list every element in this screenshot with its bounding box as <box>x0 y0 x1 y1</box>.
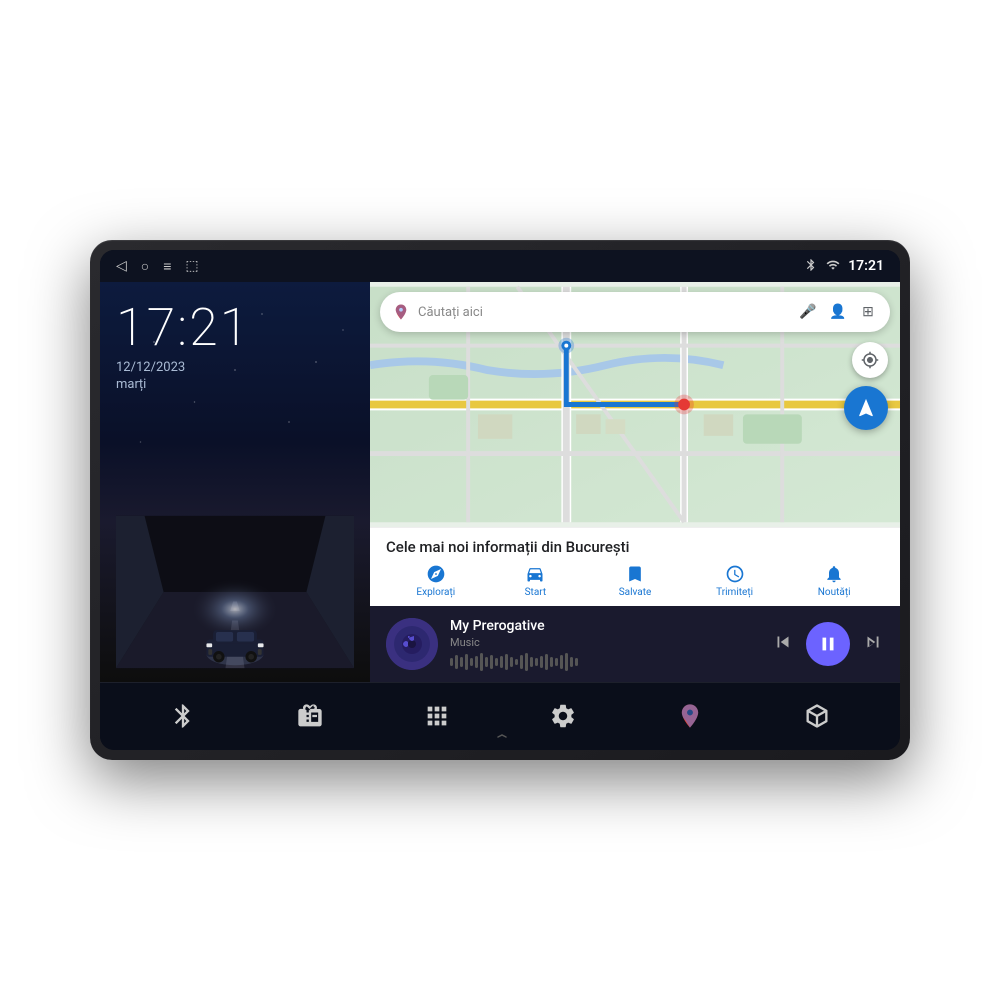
waveform-bar <box>545 654 548 670</box>
map-info-panel: Cele mai noi informații din București Ex… <box>370 527 900 606</box>
waveform-bar <box>475 656 478 668</box>
waveform-bar <box>465 654 468 670</box>
clock-section: 17:21 12/12/2023 marți <box>116 302 354 392</box>
device-frame: ◁ ○ ≡ ⬚ 17:21 <box>90 240 910 760</box>
map-search-placeholder[interactable]: Căutați aici <box>418 305 790 320</box>
account-icon[interactable]: 👤 <box>828 302 848 322</box>
menu-icon[interactable]: ≡ <box>163 258 171 275</box>
map-container[interactable]: Căutați aici 🎤 👤 ⊞ <box>370 282 900 527</box>
wifi-status-icon <box>826 258 840 275</box>
waveform-bar <box>510 657 513 667</box>
clock-date: 12/12/2023 <box>116 360 354 375</box>
next-track-button[interactable] <box>862 631 884 658</box>
waveform-bar <box>490 655 493 669</box>
music-album-art <box>386 618 438 670</box>
music-title: My Prerogative <box>450 618 760 634</box>
map-nav-send-label: Trimiteți <box>716 587 753 598</box>
waveform-bar <box>450 658 453 666</box>
device-screen: ◁ ○ ≡ ⬚ 17:21 <box>100 250 900 750</box>
main-content: 17:21 12/12/2023 marți <box>100 282 900 682</box>
right-panel: Căutați aici 🎤 👤 ⊞ <box>370 282 900 682</box>
map-nav-explore[interactable]: Explorați <box>386 564 486 598</box>
dock-bluetooth[interactable] <box>169 702 197 730</box>
map-nav-news[interactable]: Noutăți <box>784 564 884 598</box>
dock-divider <box>100 682 900 683</box>
car-image-container <box>116 392 354 672</box>
clock-time: 17:21 <box>116 302 354 354</box>
map-nav-saved-label: Salvate <box>619 587 652 598</box>
map-nav-start[interactable]: Start <box>486 564 586 598</box>
status-time: 17:21 <box>848 258 884 274</box>
map-info-title: Cele mai noi informații din București <box>386 538 884 556</box>
waveform-bar <box>570 657 573 667</box>
waveform-bar <box>535 658 538 666</box>
music-waveform <box>450 653 760 671</box>
waveform-bar <box>555 658 558 666</box>
waveform-bar <box>575 658 578 666</box>
waveform-bar <box>495 658 498 666</box>
map-nav-explore-label: Explorați <box>416 587 455 598</box>
map-nav-start-label: Start <box>525 587 547 598</box>
back-icon[interactable]: ◁ <box>116 258 127 274</box>
screenshot-icon[interactable]: ⬚ <box>185 258 198 274</box>
waveform-bar <box>550 657 553 667</box>
waveform-bar <box>560 655 563 669</box>
dock-maps[interactable] <box>676 702 704 730</box>
map-search-bar[interactable]: Căutați aici 🎤 👤 ⊞ <box>380 292 890 332</box>
nav-buttons: ◁ ○ ≡ ⬚ <box>116 258 199 275</box>
waveform-bar <box>460 657 463 667</box>
status-icons: 17:21 <box>804 258 884 275</box>
waveform-bar <box>455 655 458 669</box>
waveform-bar <box>500 656 503 668</box>
waveform-bar <box>485 657 488 667</box>
map-nav-news-label: Noutăți <box>818 587 851 598</box>
music-subtitle: Music <box>450 636 760 649</box>
waveform-bar <box>520 655 523 669</box>
previous-track-button[interactable] <box>772 631 794 658</box>
waveform-bar <box>480 653 483 671</box>
waveform-bar <box>565 653 568 671</box>
google-maps-icon <box>392 303 410 321</box>
left-panel: 17:21 12/12/2023 marți <box>100 282 370 682</box>
waveform-bar <box>530 657 533 667</box>
dock-handle[interactable] <box>480 725 520 744</box>
waveform-bar <box>540 656 543 668</box>
map-nav-saved[interactable]: Salvate <box>585 564 685 598</box>
dock-apps[interactable] <box>423 702 451 730</box>
bottom-dock <box>100 682 900 750</box>
waveform-bar <box>515 659 518 665</box>
map-navigate-button[interactable] <box>844 386 888 430</box>
status-bar: ◁ ○ ≡ ⬚ 17:21 <box>100 250 900 282</box>
waveform-bar <box>470 658 473 666</box>
waveform-bar <box>525 653 528 671</box>
bluetooth-status-icon <box>804 258 818 275</box>
dock-radio[interactable] <box>296 702 324 730</box>
play-pause-button[interactable] <box>806 622 850 666</box>
map-location-button[interactable] <box>852 342 888 378</box>
tunnel-scene <box>116 512 354 672</box>
map-nav-bar: Explorați Start Salvate Trimiteți <box>386 564 884 606</box>
map-search-icons: 🎤 👤 ⊞ <box>798 302 878 322</box>
music-player: My Prerogative Music <box>370 606 900 682</box>
map-nav-send[interactable]: Trimiteți <box>685 564 785 598</box>
grid-icon[interactable]: ⊞ <box>858 302 878 322</box>
microphone-icon[interactable]: 🎤 <box>798 302 818 322</box>
waveform-bar <box>505 654 508 670</box>
music-controls <box>772 622 884 666</box>
dock-settings[interactable] <box>549 702 577 730</box>
clock-day: marți <box>116 377 354 392</box>
music-info: My Prerogative Music <box>450 618 760 671</box>
dock-3d-box[interactable] <box>803 702 831 730</box>
home-icon[interactable]: ○ <box>141 258 149 275</box>
